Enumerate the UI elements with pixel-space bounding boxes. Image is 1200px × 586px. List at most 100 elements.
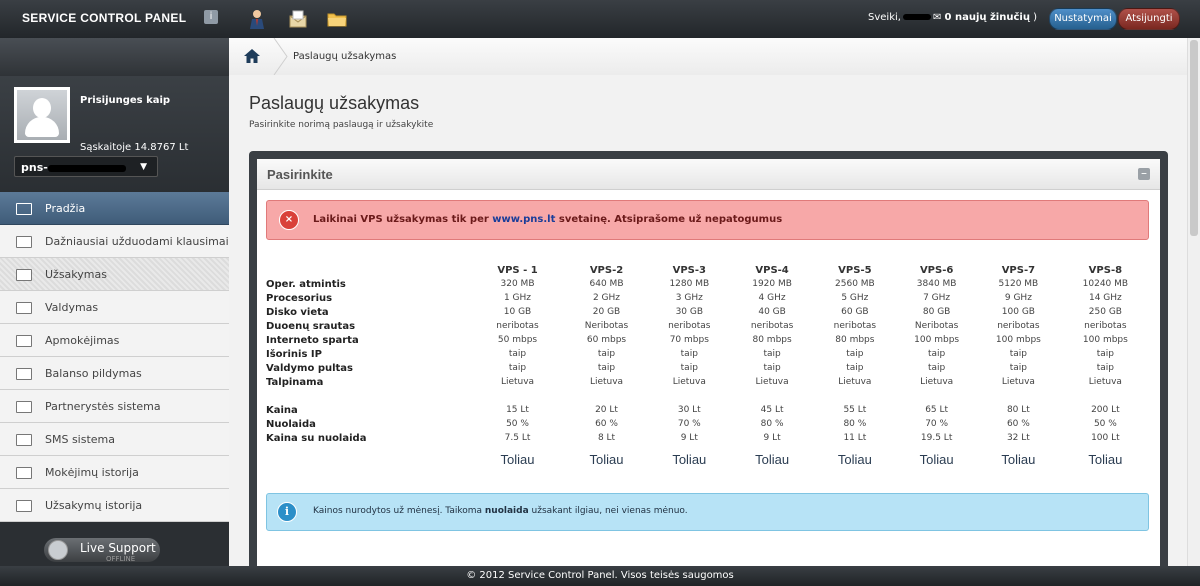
monitor-icon: [16, 335, 32, 347]
table-cell: 70 %: [925, 419, 949, 429]
table-cell: Lietuva: [838, 377, 872, 387]
table-cell: 80 mbps: [835, 335, 875, 345]
empty-header: [266, 263, 471, 277]
row-label: Duoenų srautas: [266, 320, 356, 332]
account-balance: Sąskaitoje 14.8767 Lt: [80, 142, 189, 153]
table-cell: 5120 MB: [998, 279, 1039, 289]
account-select[interactable]: pns- ▼: [14, 156, 158, 177]
row-label: Oper. atmintis: [266, 278, 346, 290]
sidebar-item-partnerystes[interactable]: Partnerystės sistema: [0, 390, 229, 423]
folder-icon[interactable]: [326, 8, 348, 30]
table-cell: 1280 MB: [669, 279, 710, 289]
table-cell: Neribotas: [914, 321, 959, 331]
mail-icon[interactable]: [287, 8, 309, 30]
live-support-button[interactable]: Live Support OFFLINE: [44, 538, 160, 563]
table-cell: neribotas: [833, 321, 877, 331]
table-cell: 14 GHz: [1088, 293, 1122, 303]
table-cell: 100 Lt: [1091, 433, 1120, 443]
sidebar-item-sms[interactable]: SMS sistema: [0, 423, 229, 456]
table-cell: 50 %: [506, 419, 529, 429]
pricing-row: Talpinama Lietuva Lietuva Lietuva Lietuva Lie…: [266, 375, 1152, 389]
table-cell: 200 Lt: [1091, 405, 1120, 415]
table-cell: 80 %: [760, 419, 784, 429]
sidebar-item-balanso-pildymas[interactable]: Balanso pildymas: [0, 357, 229, 390]
monitor-icon: [16, 401, 32, 413]
table-cell: 1920 MB: [752, 279, 792, 289]
table-cell: 15 Lt: [506, 405, 529, 415]
table-cell: 30 GB: [675, 307, 704, 317]
next-link[interactable]: Toliau: [815, 445, 896, 473]
settings-button[interactable]: Nustatymai: [1049, 8, 1117, 30]
sidebar-item-uzsakymas[interactable]: Užsakymas: [0, 258, 229, 291]
error-text-after: svetainę. Atsiprašome už nepatogumus: [558, 214, 783, 225]
error-link[interactable]: www.pns.lt: [492, 214, 555, 225]
table-cell: 50 mbps: [497, 335, 538, 345]
table-cell: 80 Lt: [1006, 405, 1030, 415]
sidebar-item-mokejimu-istorija[interactable]: Mokėjimų istorija: [0, 456, 229, 489]
table-cell: taip: [846, 363, 864, 373]
table-cell: taip: [928, 363, 946, 373]
error-icon: ×: [279, 210, 299, 230]
sidebar-item-label: Užsakymas: [45, 268, 107, 281]
table-cell: Lietuva: [920, 377, 954, 387]
table-cell: 20 GB: [592, 307, 621, 317]
info-icon[interactable]: i: [204, 10, 218, 24]
sidebar-item-label: Valdymas: [45, 301, 99, 314]
messages-count[interactable]: 0 naujų žinučių: [945, 12, 1030, 23]
next-link[interactable]: Toliau: [978, 445, 1059, 473]
plan-header: VPS-7: [1001, 264, 1036, 276]
sidebar: Prisijunges kaip Sąskaitoje 14.8767 Lt p…: [0, 38, 229, 566]
monitor-icon: [16, 236, 32, 248]
table-cell: Lietuva: [589, 377, 624, 387]
monitor-icon: [16, 434, 32, 446]
home-icon[interactable]: [243, 48, 261, 64]
logged-as-label: Prisijunges kaip: [80, 95, 171, 106]
table-cell: 40 GB: [758, 307, 786, 317]
monitor-icon: [16, 500, 32, 512]
sidebar-item-faq[interactable]: Dažniausiai užduodami klausimai: [0, 225, 229, 258]
table-cell: 70 %: [677, 419, 701, 429]
next-link[interactable]: Toliau: [564, 445, 649, 473]
footer: © 2012 Service Control Panel. Visos teis…: [0, 566, 1200, 586]
live-support-label: Live Support: [80, 541, 156, 555]
sidebar-nav: Pradžia Dažniausiai užduodami klausimai …: [0, 192, 229, 522]
sidebar-item-pradzia[interactable]: Pradžia: [0, 192, 229, 225]
live-support-status: OFFLINE: [106, 555, 136, 563]
sidebar-item-uzsakymu-istorija[interactable]: Užsakymų istorija: [0, 489, 229, 522]
table-cell: 20 Lt: [595, 405, 618, 415]
page-scrollbar[interactable]: [1187, 38, 1200, 566]
pricing-row: Duoenų srautas neribotas Neribotas neribota…: [266, 319, 1152, 333]
user-icon[interactable]: [246, 8, 268, 30]
table-cell: taip: [1096, 363, 1114, 373]
error-text-before: Laikinai VPS užsakymas tik per: [313, 214, 489, 225]
envelope-icon[interactable]: ✉: [933, 12, 941, 23]
next-link[interactable]: Toliau: [895, 445, 978, 473]
live-support-icon: [48, 540, 68, 560]
next-link[interactable]: Toliau: [730, 445, 815, 473]
empty-cell: [266, 445, 471, 473]
sidebar-item-label: Balanso pildymas: [45, 367, 142, 380]
next-row: Toliau Toliau Toliau Toliau Toliau Toliau Toli…: [266, 445, 1152, 473]
main-content: Paslaugų užsakymas Pasirinkite norimą pa…: [229, 75, 1187, 571]
collapse-icon[interactable]: –: [1138, 167, 1150, 180]
next-link[interactable]: Toliau: [471, 445, 564, 473]
scrollbar-thumb[interactable]: [1190, 40, 1198, 236]
breadcrumb-separator-icon: [273, 38, 288, 75]
sidebar-item-valdymas[interactable]: Valdymas: [0, 291, 229, 324]
next-link[interactable]: Toliau: [649, 445, 730, 473]
table-cell: taip: [680, 363, 698, 373]
logout-button[interactable]: Atsijungti: [1118, 8, 1180, 30]
avatar: [14, 87, 70, 143]
table-cell: 640 MB: [589, 279, 624, 289]
plan-header: VPS-3: [672, 264, 706, 276]
greeting-prefix: Sveiki,: [868, 12, 901, 23]
table-cell: 65 Lt: [925, 405, 949, 415]
sidebar-item-apmokejimas[interactable]: Apmokėjimas: [0, 324, 229, 357]
plan-header: VPS-5: [838, 264, 872, 276]
row-label: Išorinis IP: [266, 348, 322, 360]
next-link[interactable]: Toliau: [1059, 445, 1152, 473]
greeting: Sveiki, ✉ 0 naujų žinučių ): [868, 12, 1037, 23]
table-cell: taip: [597, 349, 616, 359]
table-cell: 32 Lt: [1006, 433, 1030, 443]
table-cell: 80 %: [843, 419, 867, 429]
